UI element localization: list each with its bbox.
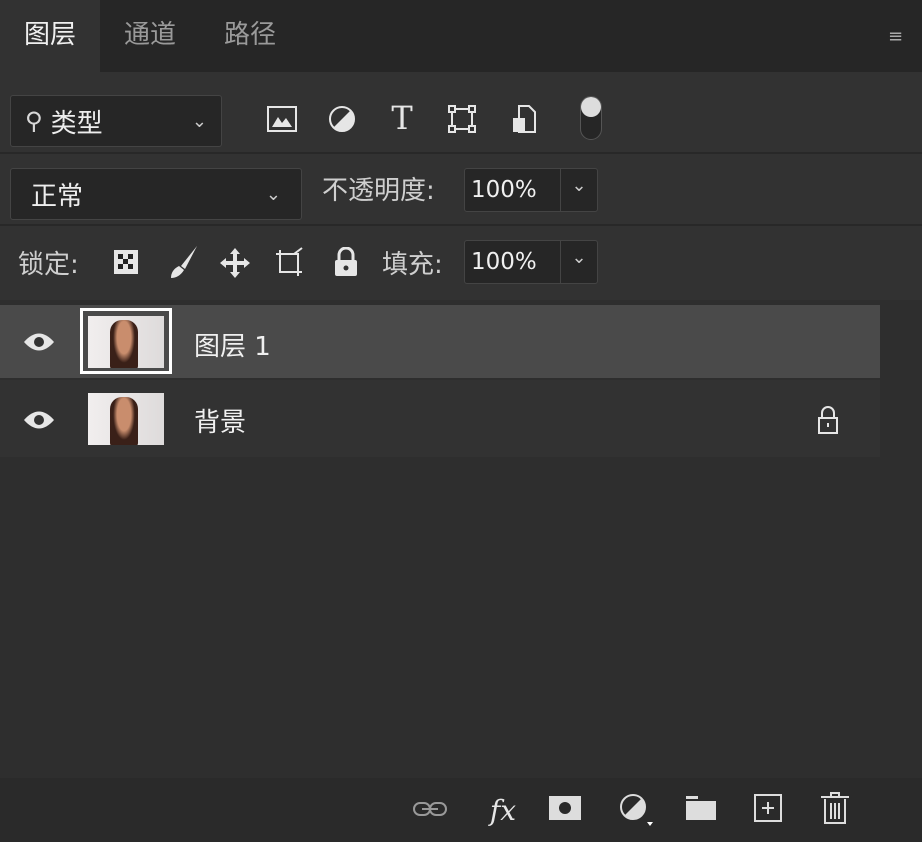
adjustment-filter-icon[interactable]	[326, 103, 358, 135]
tab-paths[interactable]: 路径	[200, 0, 300, 72]
tab-layers[interactable]: 图层	[0, 0, 100, 72]
lock-artboard-icon[interactable]	[274, 246, 308, 280]
new-layer-icon[interactable]	[752, 792, 784, 824]
image-filter-icon[interactable]	[266, 103, 298, 135]
fill-input[interactable]: 100%	[465, 241, 561, 283]
add-mask-icon[interactable]	[548, 794, 582, 822]
fill-field[interactable]: 100% ⌄	[464, 240, 598, 284]
blend-mode-value: 正常	[31, 181, 84, 212]
opacity-input[interactable]: 100%	[465, 169, 561, 211]
divider	[0, 224, 922, 226]
fill-label: 填充:	[382, 250, 443, 280]
layer-style-fx-icon[interactable]: fx	[482, 790, 524, 830]
layer-name[interactable]: 图层 1	[194, 326, 271, 363]
type-filter-icon[interactable]: T	[386, 99, 418, 137]
chevron-down-icon: ⌄	[265, 183, 281, 205]
filter-kind-dropdown[interactable]: ⚲ 类型 ⌄	[10, 95, 222, 147]
toggle-knob	[581, 97, 601, 117]
layer-lock-icon	[814, 404, 842, 436]
shape-filter-icon[interactable]	[446, 103, 478, 135]
lock-image-pixels-icon[interactable]	[166, 244, 202, 280]
lock-label: 锁定:	[18, 250, 79, 280]
eye-icon[interactable]	[22, 408, 56, 432]
panel-menu-icon[interactable]: ≡	[888, 26, 908, 47]
search-icon: ⚲	[25, 107, 43, 135]
opacity-field[interactable]: 100% ⌄	[464, 168, 598, 212]
lock-transparent-pixels-icon[interactable]	[112, 248, 140, 276]
blend-mode-dropdown[interactable]: 正常 ⌄	[10, 168, 302, 220]
eye-icon[interactable]	[22, 330, 56, 354]
lock-position-icon[interactable]	[218, 246, 252, 280]
tab-channels[interactable]: 通道	[100, 0, 200, 72]
fill-chevron-icon[interactable]: ⌄	[561, 241, 597, 283]
smart-object-filter-icon[interactable]	[508, 103, 540, 135]
new-group-folder-icon[interactable]	[684, 794, 718, 822]
layer-thumbnail[interactable]	[88, 316, 164, 368]
layer-thumbnail[interactable]	[88, 393, 164, 445]
new-adjustment-layer-icon[interactable]	[618, 792, 656, 828]
chevron-down-icon: ⌄	[191, 110, 207, 132]
delete-layer-trash-icon[interactable]	[818, 790, 852, 826]
filter-kind-value: 类型	[50, 108, 103, 139]
link-layers-icon[interactable]	[412, 794, 448, 824]
opacity-chevron-icon[interactable]: ⌄	[561, 169, 597, 211]
divider	[0, 152, 922, 154]
filter-toggle[interactable]	[580, 96, 602, 140]
layer-name[interactable]: 背景	[194, 402, 246, 439]
opacity-label: 不透明度:	[322, 176, 435, 206]
lock-all-icon[interactable]	[332, 246, 360, 278]
